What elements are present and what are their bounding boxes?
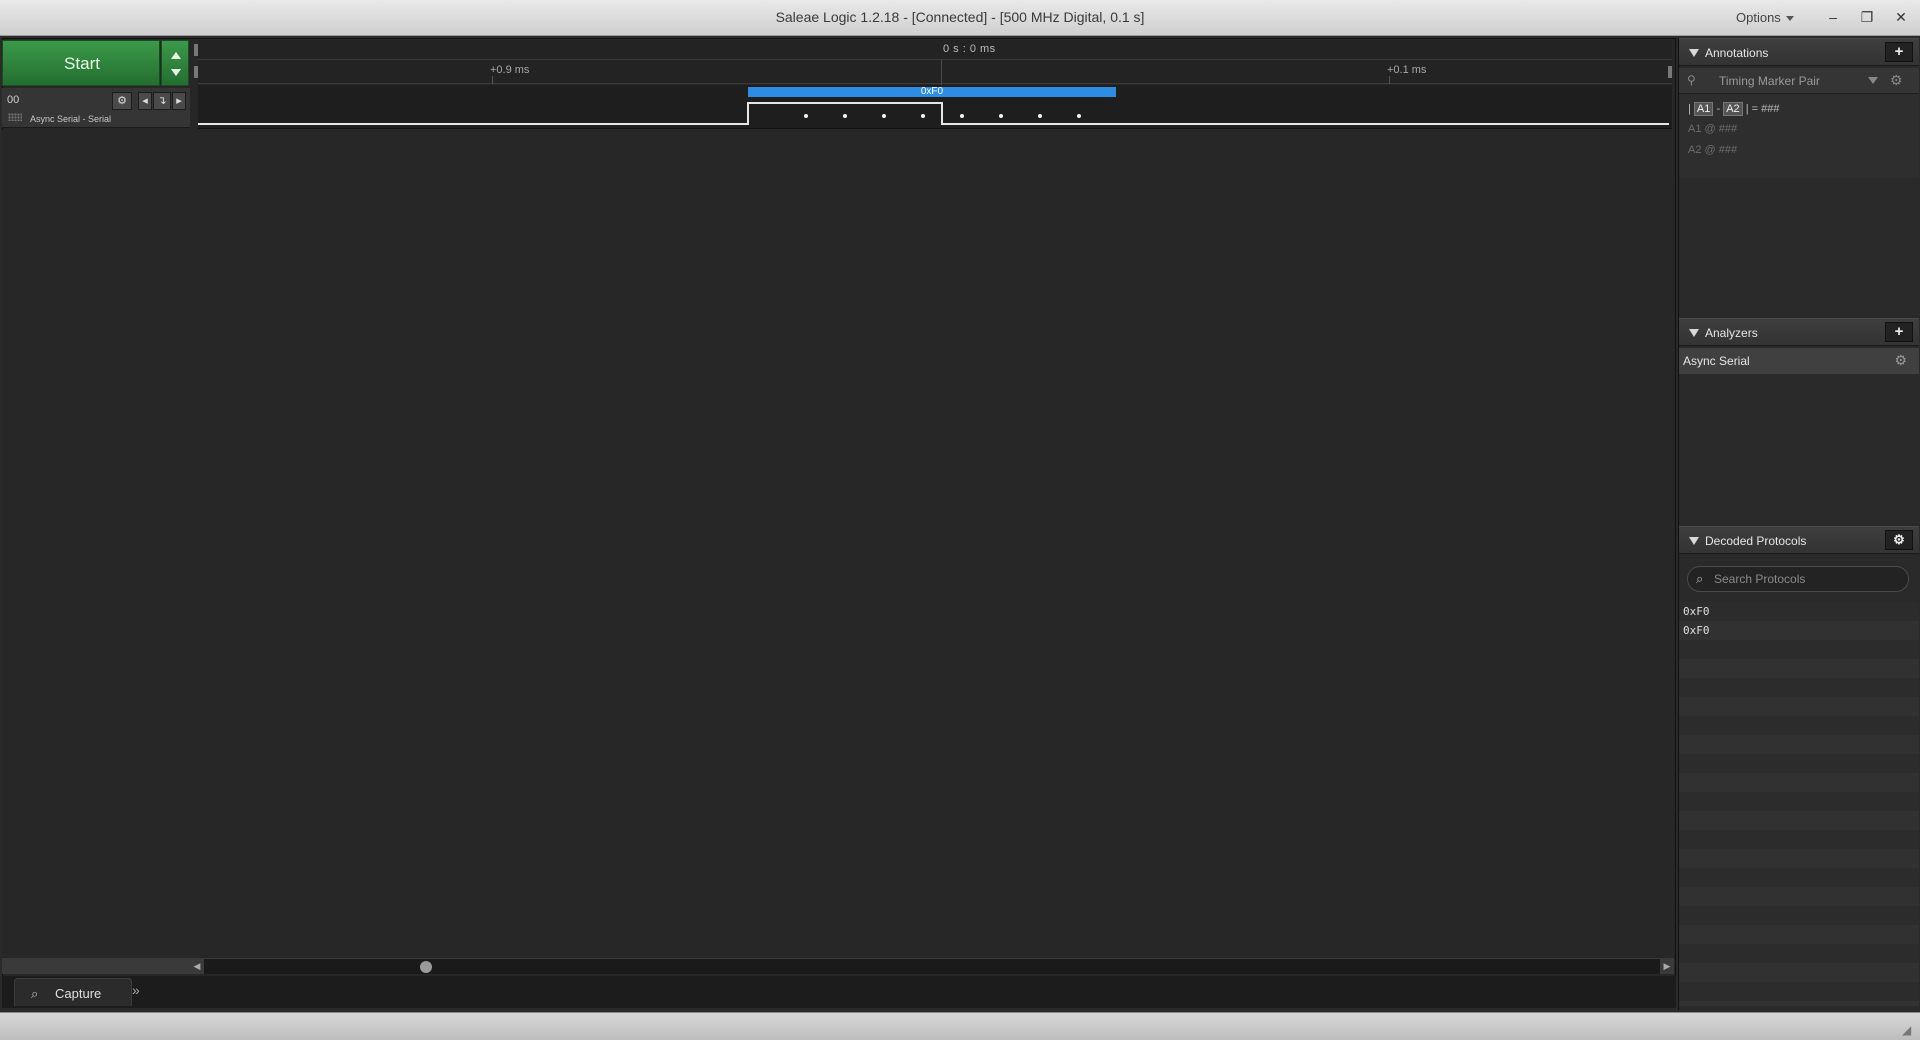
ruler-left-handle[interactable] [194,44,198,56]
restore-button[interactable]: ❐ [1855,6,1879,28]
channel-name: Async Serial - Serial [30,114,112,124]
scroll-thumb[interactable] [420,961,432,973]
status-bar: ◢ [0,1012,1920,1040]
signal-edge [941,102,943,125]
decoded-frame-bar[interactable]: 0xF0 [748,86,1116,97]
window-title: Saleae Logic 1.2.18 - [Connected] - [500… [775,9,1145,25]
decoded-protocols-settings-button[interactable]: ⚙ [1885,530,1913,550]
marker-a2-line: A2 @ ### [1688,144,1738,156]
analyzers-title: Analyzers [1705,326,1758,340]
ruler-right-handle[interactable] [1668,66,1672,78]
marker-formula: | A1 - A2 | = ### [1688,102,1779,116]
formula-dash: - [1716,103,1721,115]
timing-marker-pair-row[interactable]: ⚲ Timing Marker Pair ⚙ [1679,68,1919,94]
formula-result: | = ### [1745,103,1780,115]
collapse-triangle-icon[interactable] [1689,537,1699,545]
add-annotation-button[interactable]: + [1885,42,1913,62]
ruler-label-left: +0.9 ms [490,64,530,76]
more-tabs-button[interactable]: » [132,982,140,998]
center-time-label: 0 s : 0 ms [943,43,996,55]
channel-list-footer [2,958,190,974]
start-label: Start [64,54,100,73]
start-options-button[interactable] [161,40,189,86]
signal-high-segment [747,102,941,104]
channel-number: 00 [7,94,20,106]
time-ruler-bottom[interactable]: +0.9 ms +0.1 ms [194,60,1672,84]
analyzers-body: Async Serial ⚙ [1679,348,1919,498]
channel-settings-button[interactable]: ⚙ [112,92,132,110]
right-panel: Annotations + ⚲ Timing Marker Pair ⚙ | A… [1678,38,1919,1010]
add-analyzer-button[interactable]: + [1885,322,1913,342]
minimize-button[interactable]: – [1821,6,1845,28]
arrow-up-icon [171,52,181,59]
collapse-triangle-icon[interactable] [1689,49,1699,57]
signal-low-segment [941,123,1669,125]
prev-edge-button[interactable]: ◂ [138,92,152,110]
options-label: Options [1736,10,1781,25]
formula-pipe: | [1688,103,1691,115]
close-button[interactable]: ✕ [1889,6,1913,28]
waveform-area[interactable] [2,130,1674,958]
dropdown-triangle-icon[interactable] [1868,77,1878,84]
chevron-down-icon [1785,16,1794,22]
protocol-lane: 0xF0 [198,85,1672,99]
drag-handle-icon[interactable] [8,113,22,121]
scroll-right-button[interactable]: ▶ [1660,959,1674,974]
analyzer-item[interactable]: Async Serial ⚙ [1679,348,1919,374]
ruler-tick [1389,76,1390,84]
analyzer-name: Async Serial [1683,354,1750,368]
title-bar: Saleae Logic 1.2.18 - [Connected] - [500… [0,0,1920,36]
signal-low-segment [198,123,748,125]
start-button[interactable]: Start [2,40,160,86]
ruler-tick [492,76,493,84]
marker-a1-line: A1 @ ### [1688,123,1738,135]
gear-icon[interactable]: ⚙ [1890,72,1903,89]
capture-search-icon: ⌕ [31,986,39,1001]
options-menu[interactable]: Options [1736,10,1794,25]
analyzers-header[interactable]: Analyzers + [1679,318,1919,346]
protocol-search[interactable]: ⌕ [1687,566,1909,592]
annotations-body: ⚲ Timing Marker Pair ⚙ | A1 - A2 | = ###… [1679,68,1919,178]
bit-sample-dot [1038,114,1042,118]
bit-sample-dot [1077,114,1081,118]
next-edge-button[interactable]: ▸ [172,92,186,110]
ruler-left-handle[interactable] [194,66,198,78]
bit-sample-dot [882,114,886,118]
gear-icon[interactable]: ⚙ [1894,352,1907,369]
time-ruler-top[interactable]: 0 s : 0 ms [194,40,1672,60]
signal-edge [747,102,749,125]
marker-pin-icon: ⚲ [1687,73,1696,87]
decoded-protocols-list[interactable]: 0xF0 0xF0 [1679,602,1919,1006]
channel-row[interactable]: 00 Async Serial - Serial ⚙ ◂ ↴ ▸ [2,88,190,128]
search-icon: ⌕ [1696,571,1704,586]
tab-capture-label: Capture [55,986,102,1001]
marker-a1-box[interactable]: A1 [1693,102,1714,116]
bit-sample-dot [804,114,808,118]
decoded-protocols-title: Decoded Protocols [1705,534,1807,548]
bit-sample-dot [921,114,925,118]
horizontal-scrollbar[interactable]: ◀ ▶ [190,958,1674,974]
list-item[interactable]: 0xF0 [1679,621,1919,640]
arrow-down-icon [171,69,181,76]
decoded-frame-label: 0xF0 [920,86,944,97]
bit-sample-dot [999,114,1003,118]
bit-sample-dot [960,114,964,118]
search-protocols-input[interactable] [1714,570,1900,588]
annotations-title: Annotations [1705,46,1769,60]
marker-a2-box[interactable]: A2 [1723,102,1743,116]
tab-capture[interactable]: ⌕ Capture [14,978,132,1006]
tab-bar: ⌕ Capture » [2,976,1676,1008]
edge-trigger-button[interactable]: ↴ [153,92,171,110]
resize-grip-icon[interactable]: ◢ [1902,1023,1916,1037]
ruler-label-right: +0.1 ms [1387,64,1427,76]
signal-lane[interactable] [198,99,1672,129]
collapse-triangle-icon[interactable] [1689,329,1699,337]
scroll-left-button[interactable]: ◀ [190,959,204,974]
list-item[interactable]: 0xF0 [1679,602,1919,621]
decoded-protocols-header[interactable]: Decoded Protocols ⚙ [1679,526,1919,554]
timing-marker-pair-label: Timing Marker Pair [1719,74,1820,88]
bit-sample-dot [843,114,847,118]
annotations-header[interactable]: Annotations + [1679,38,1919,66]
